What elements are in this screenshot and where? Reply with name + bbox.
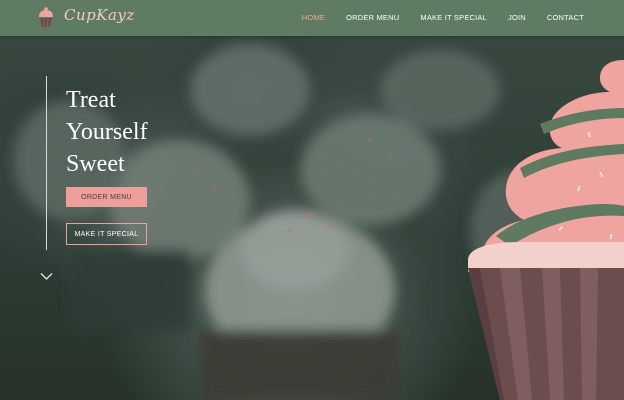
nav-join[interactable]: JOIN — [508, 13, 526, 22]
hero-section: CupKayz HOME ORDER MENU MAKE IT SPECIAL … — [0, 0, 624, 400]
nav-home[interactable]: HOME — [302, 13, 325, 22]
hero-title-line: Yourself — [66, 119, 148, 145]
order-menu-button[interactable]: ORDER MENU — [66, 187, 147, 207]
vertical-divider — [46, 76, 47, 250]
cupcake-icon[interactable] — [36, 6, 56, 28]
top-navbar: CupKayz HOME ORDER MENU MAKE IT SPECIAL … — [0, 0, 624, 36]
cupcake-illustration — [468, 60, 624, 400]
nav-make-it-special[interactable]: MAKE IT SPECIAL — [420, 13, 487, 22]
nav-order-menu[interactable]: ORDER MENU — [346, 13, 399, 22]
nav-contact[interactable]: CONTACT — [547, 13, 584, 22]
make-it-special-button[interactable]: MAKE IT SPECIAL — [66, 223, 147, 245]
brand-name[interactable]: CupKayz — [64, 6, 135, 24]
hero-title-line: Sweet — [66, 151, 125, 177]
main-nav: HOME ORDER MENU MAKE IT SPECIAL JOIN CON… — [302, 13, 584, 22]
chevron-down-icon[interactable] — [40, 272, 53, 281]
hero-title-line: Treat — [66, 87, 116, 113]
hero-title: Treat Yourself Sweet — [66, 84, 148, 180]
